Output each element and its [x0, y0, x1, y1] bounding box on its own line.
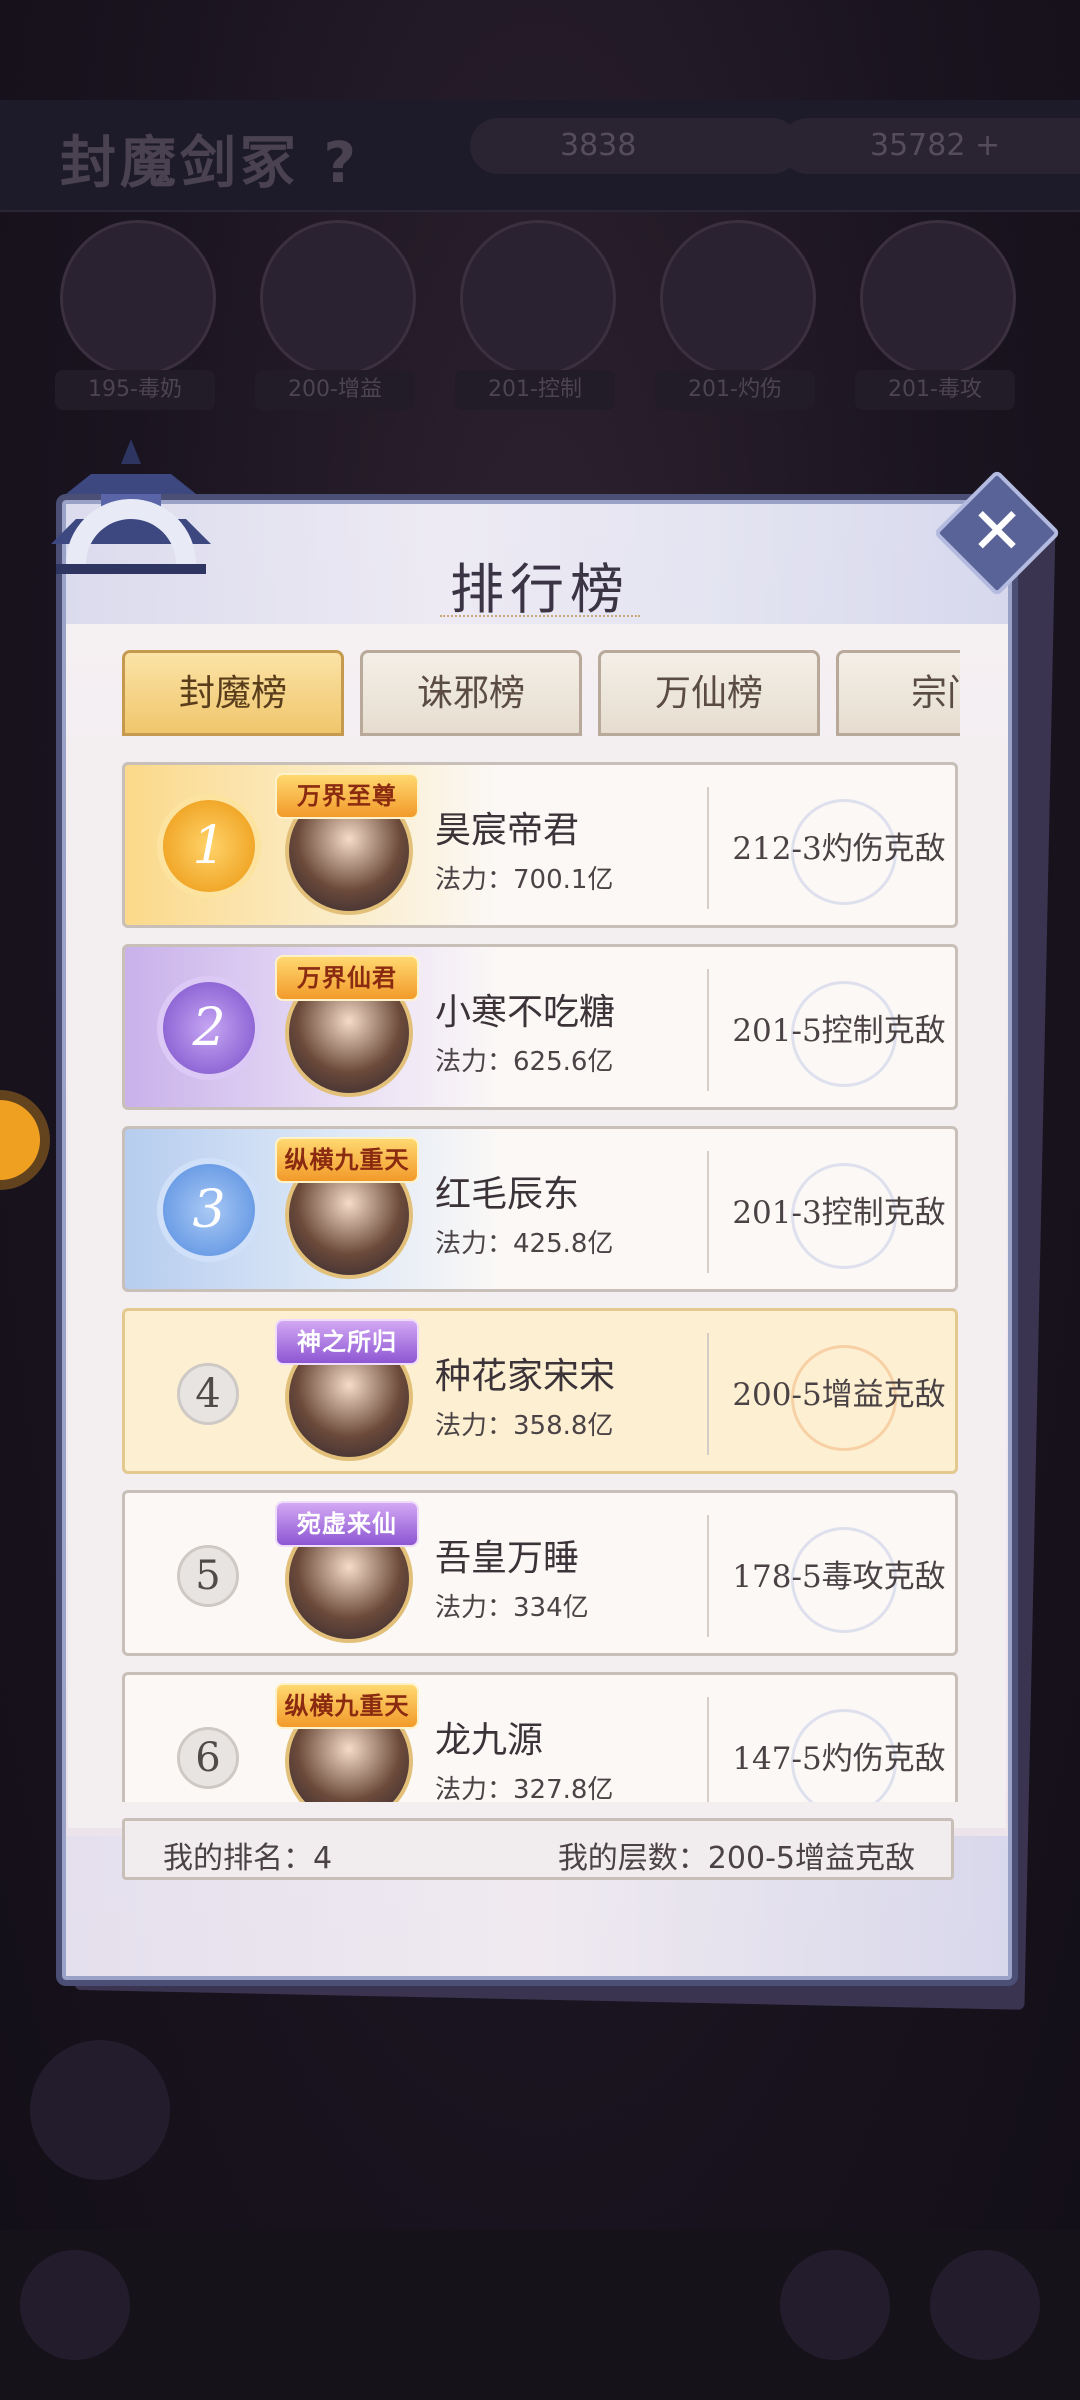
- player-name: 吾皇万睡: [435, 1538, 580, 1579]
- ranking-row[interactable]: 1 万界至尊 昊宸帝君 法力：700.1亿 212-3灼伤克敌: [122, 762, 958, 928]
- my-floor: 我的层数：200-5增益克敌: [557, 1841, 915, 1876]
- background-hero-label: 201-控制: [455, 370, 615, 410]
- title-underline-decoration: [440, 615, 640, 625]
- tab-wanxian[interactable]: 万仙榜: [598, 650, 820, 736]
- player-name: 龙九源: [435, 1720, 544, 1761]
- row-divider: [707, 1515, 709, 1637]
- player-floor: 201-5控制克敌: [732, 1013, 946, 1049]
- background-resource-1: 3838: [470, 118, 800, 174]
- rank-number: 6: [177, 1727, 239, 1789]
- rank-medal: 2: [163, 982, 255, 1074]
- title-badge: 万界至尊: [275, 773, 419, 819]
- player-name: 小寒不吃糖: [435, 992, 616, 1033]
- ranking-row[interactable]: 3 纵横九重天 红毛辰东 法力：425.8亿 201-3控制克敌: [122, 1126, 958, 1292]
- background-hero-label: 201-毒攻: [855, 370, 1015, 410]
- rank-medal: 1: [163, 800, 255, 892]
- player-floor: 200-5增益克敌: [732, 1377, 946, 1413]
- player-floor: 201-3控制克敌: [732, 1195, 946, 1231]
- background-button: [930, 2250, 1040, 2360]
- title-badge: 纵横九重天: [275, 1137, 419, 1183]
- row-divider: [707, 1697, 709, 1802]
- title-badge: 宛虚来仙: [275, 1501, 419, 1547]
- player-power: 法力：334亿: [435, 1593, 589, 1623]
- rank-number: 4: [177, 1363, 239, 1425]
- background-hero-avatar: [460, 220, 616, 376]
- player-power: 法力：358.8亿: [435, 1411, 614, 1441]
- background-hero-label: 201-灼伤: [655, 370, 815, 410]
- tab-zongmen[interactable]: 宗门: [836, 650, 960, 736]
- player-floor: 178-5毒攻克敌: [732, 1559, 946, 1595]
- page-title: 排行榜: [450, 558, 630, 621]
- background-resource-2: 35782 +: [780, 118, 1080, 174]
- background-hero-avatar: [60, 220, 216, 376]
- player-floor: 147-5灼伤克敌: [732, 1741, 946, 1777]
- background-hero-label: 195-毒奶: [55, 370, 215, 410]
- background-hero-avatar: [260, 220, 416, 376]
- sun-icon: [0, 1100, 40, 1180]
- background-hero-label: 200-增益: [255, 370, 415, 410]
- player-name: 种花家宋宋: [435, 1356, 616, 1397]
- row-divider: [707, 1333, 709, 1455]
- title-badge: 神之所归: [275, 1319, 419, 1365]
- player-power: 法力：425.8亿: [435, 1229, 614, 1259]
- background-button: [30, 2040, 170, 2180]
- background-hero-row: 195-毒奶 200-增益 201-控制 201-灼伤 201-毒攻: [0, 220, 1080, 420]
- row-divider: [707, 1151, 709, 1273]
- background-hero-avatar: [860, 220, 1016, 376]
- tab-fengmo[interactable]: 封魔榜: [122, 650, 344, 736]
- rank-number: 5: [177, 1545, 239, 1607]
- my-rank: 我的排名：4: [163, 1841, 333, 1876]
- background-button: [780, 2250, 890, 2360]
- background-hero-avatar: [660, 220, 816, 376]
- title-badge: 纵横九重天: [275, 1683, 419, 1729]
- background-title: 封魔剑冢 ?: [60, 131, 360, 196]
- player-power: 法力：700.1亿: [435, 865, 614, 895]
- background-bottom-bar: [0, 2230, 1080, 2400]
- ranking-row[interactable]: 6 纵横九重天 龙九源 法力：327.8亿 147-5灼伤克敌: [122, 1672, 958, 1802]
- ranking-list[interactable]: 1 万界至尊 昊宸帝君 法力：700.1亿 212-3灼伤克敌 2 万界仙君 小…: [122, 762, 958, 1802]
- my-ranking-bar: 我的排名：4 我的层数：200-5增益克敌: [122, 1818, 954, 1880]
- player-power: 法力：327.8亿: [435, 1775, 614, 1802]
- ranking-row-mine[interactable]: 4 神之所归 种花家宋宋 法力：358.8亿 200-5增益克敌: [122, 1308, 958, 1474]
- player-power: 法力：625.6亿: [435, 1047, 614, 1077]
- title-badge: 万界仙君: [275, 955, 419, 1001]
- tab-zhuxie[interactable]: 诛邪榜: [360, 650, 582, 736]
- player-floor: 212-3灼伤克敌: [732, 831, 946, 867]
- rank-medal: 3: [163, 1164, 255, 1256]
- player-name: 红毛辰东: [435, 1174, 580, 1215]
- ranking-row[interactable]: 2 万界仙君 小寒不吃糖 法力：625.6亿 201-5控制克敌: [122, 944, 958, 1110]
- close-icon[interactable]: ✕: [952, 488, 1042, 578]
- row-divider: [707, 787, 709, 909]
- back-arrow-icon: [20, 2250, 130, 2360]
- row-divider: [707, 969, 709, 1091]
- tab-bar: 封魔榜 诛邪榜 万仙榜 宗门: [122, 650, 960, 738]
- ranking-row[interactable]: 5 宛虚来仙 吾皇万睡 法力：334亿 178-5毒攻克敌: [122, 1490, 958, 1656]
- player-name: 昊宸帝君: [435, 810, 580, 851]
